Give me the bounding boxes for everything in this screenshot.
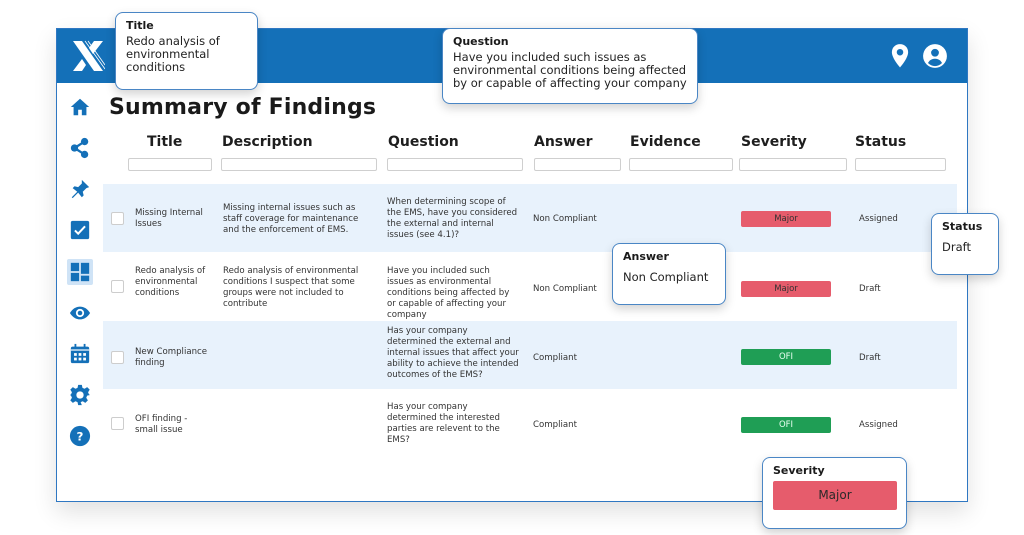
answer-callout: Answer Non Compliant <box>612 243 726 305</box>
row-status: Assigned <box>859 420 898 430</box>
column-header-question[interactable]: Question <box>388 134 459 150</box>
help-icon: ? <box>69 425 91 447</box>
checkbox-icon <box>70 220 90 240</box>
row-status: Draft <box>859 284 881 294</box>
column-header-evidence[interactable]: Evidence <box>630 134 701 150</box>
severity-badge[interactable]: Major <box>741 211 831 227</box>
row-checkbox[interactable] <box>111 351 124 364</box>
callout-label: Answer <box>623 250 669 263</box>
callout-value: Have you included such issues as environ… <box>453 50 687 90</box>
user-account-icon[interactable] <box>922 43 948 69</box>
column-header-answer[interactable]: Answer <box>534 134 592 150</box>
sidebar-item-share[interactable] <box>67 135 93 161</box>
sidebar-item-settings[interactable] <box>67 382 93 408</box>
severity-badge[interactable]: OFI <box>741 417 831 433</box>
callout-value: Redo analysis of environmental condition… <box>126 34 220 74</box>
column-header-status[interactable]: Status <box>855 134 906 150</box>
callout-value: Non Compliant <box>623 270 709 284</box>
row-checkbox[interactable] <box>111 280 124 293</box>
question-filter-input[interactable] <box>387 158 523 171</box>
answer-filter-input[interactable] <box>534 158 621 171</box>
row-answer: Non Compliant <box>533 284 597 294</box>
callout-label: Status <box>942 220 983 233</box>
column-header-description[interactable]: Description <box>222 134 313 150</box>
question-callout: Question Have you included such issues a… <box>442 28 698 104</box>
row-title: OFI finding - small issue <box>135 414 188 435</box>
table-row[interactable]: Redo analysis of environmental condition… <box>103 252 957 320</box>
row-answer: Compliant <box>533 353 577 363</box>
sidebar-item-dashboard[interactable] <box>67 259 93 285</box>
row-question: Has your company determined the interest… <box>387 402 501 445</box>
table-row[interactable]: Missing Internal Issues Missing internal… <box>103 184 957 252</box>
row-description: Missing internal issues such as staff co… <box>223 203 359 235</box>
table-row[interactable]: OFI finding - small issue Has your compa… <box>103 389 957 457</box>
callout-label: Title <box>126 19 154 32</box>
sidebar-item-calendar[interactable] <box>67 341 93 367</box>
severity-badge[interactable]: Major <box>741 281 831 297</box>
row-checkbox[interactable] <box>111 417 124 430</box>
row-status: Draft <box>859 353 881 363</box>
column-header-severity[interactable]: Severity <box>741 134 807 150</box>
dashboard-icon <box>70 262 90 282</box>
home-icon <box>70 98 90 116</box>
calendar-icon <box>70 343 90 364</box>
x-logo-icon[interactable] <box>71 39 105 73</box>
sidebar-item-help[interactable]: ? <box>67 423 93 449</box>
severity-chip: Major <box>773 481 897 510</box>
severity-badge[interactable]: OFI <box>741 349 831 365</box>
location-pin-icon[interactable] <box>887 43 913 69</box>
callout-value: Draft <box>942 240 971 254</box>
row-question: Have you included such issues as environ… <box>387 266 510 320</box>
title-callout: Title Redo analysis of environmental con… <box>115 12 258 90</box>
row-description: Redo analysis of environmental condition… <box>223 266 359 309</box>
gear-icon <box>69 384 91 406</box>
row-title: Redo analysis of environmental condition… <box>135 266 206 298</box>
column-header-title[interactable]: Title <box>147 134 182 150</box>
share-icon <box>70 137 89 159</box>
row-checkbox[interactable] <box>111 212 124 225</box>
row-question: Has your company determined the external… <box>387 326 519 380</box>
status-filter-input[interactable] <box>855 158 946 171</box>
eye-icon <box>69 306 91 320</box>
row-question: When determining scope of the EMS, have … <box>387 197 518 240</box>
sidebar-item-view[interactable] <box>67 300 93 326</box>
status-callout: Status Draft <box>931 213 999 275</box>
page-title: Summary of Findings <box>109 95 377 120</box>
pushpin-icon <box>71 179 90 199</box>
description-filter-input[interactable] <box>221 158 377 171</box>
svg-text:?: ? <box>77 430 84 444</box>
evidence-filter-input[interactable] <box>629 158 733 171</box>
severity-filter-input[interactable] <box>739 158 847 171</box>
table-row[interactable]: New Compliance finding Has your company … <box>103 321 957 389</box>
sidebar-item-tasks[interactable] <box>67 217 93 243</box>
callout-label: Severity <box>773 464 825 477</box>
row-answer: Compliant <box>533 420 577 430</box>
row-status: Assigned <box>859 214 898 224</box>
sidebar-item-pin[interactable] <box>67 176 93 202</box>
severity-callout: Severity Major <box>762 457 907 529</box>
row-answer: Non Compliant <box>533 214 597 224</box>
sidebar-item-home[interactable] <box>67 94 93 120</box>
title-filter-input[interactable] <box>128 158 212 171</box>
row-title: New Compliance finding <box>135 347 208 368</box>
row-title: Missing Internal Issues <box>135 208 203 229</box>
callout-label: Question <box>453 35 509 48</box>
